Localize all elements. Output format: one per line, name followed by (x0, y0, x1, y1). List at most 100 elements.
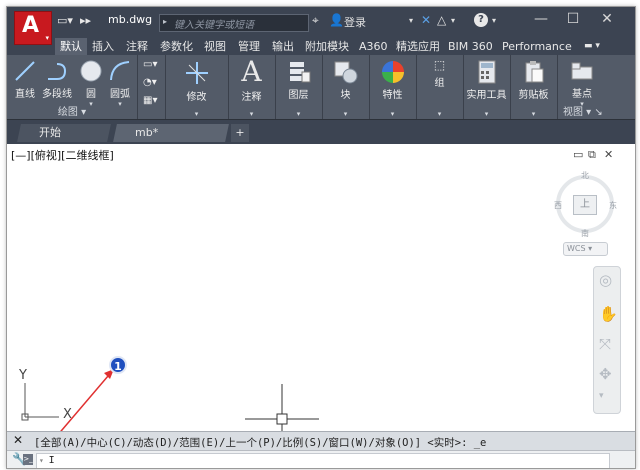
modify-dropdown-icon[interactable]: ▾ (165, 110, 228, 118)
polyline-tool[interactable]: 多段线 (40, 59, 74, 100)
navigation-bar: ◎ ✋ ⤧ ✥ ▾ (593, 266, 621, 414)
properties-tool[interactable]: 特性 (369, 60, 416, 101)
tab-view[interactable]: 视图 (199, 38, 231, 55)
minimize-button[interactable]: — (528, 11, 554, 27)
layers-panel[interactable]: 图层 ▾ (275, 55, 323, 119)
base-tool[interactable]: 基点 ▾ (560, 61, 604, 108)
tab-featured[interactable]: 精选应用 (391, 38, 445, 55)
exchange-icon[interactable]: ✕ (421, 13, 431, 27)
binoculars-icon[interactable]: ⌖ (312, 13, 319, 28)
properties-dropdown-icon[interactable]: ▾ (369, 110, 416, 118)
command-input-value: I (48, 455, 55, 466)
compass-east[interactable]: 东 (609, 200, 617, 211)
step-marker: 1 (109, 356, 127, 374)
circle-label: 圆 (86, 89, 96, 100)
a360-icon[interactable]: △ (437, 13, 446, 27)
tab-insert[interactable]: 插入 (87, 38, 119, 55)
clipboard-tool[interactable]: 剪贴板 (510, 60, 557, 101)
quick-access-more-icon[interactable]: ▸▸ (80, 14, 91, 27)
circle-tool[interactable]: 圆 ▾ (77, 59, 105, 108)
tab-addins[interactable]: 附加模块 (300, 38, 354, 55)
tab-a360[interactable]: A360 (354, 38, 393, 55)
gradient-icon[interactable]: ▦▾ (143, 95, 157, 106)
annotation-label: 注释 (241, 92, 262, 103)
orbit-icon[interactable]: ✥ (599, 365, 612, 383)
tab-default[interactable]: 默认 (55, 38, 87, 55)
command-prompt-icon[interactable]: >_ (23, 454, 33, 465)
modify-tool[interactable]: 修改 (165, 60, 228, 103)
viewport-restore-icon[interactable]: ⧉ (588, 148, 596, 162)
login-button[interactable]: 登录 (344, 14, 366, 30)
groups-dropdown-icon[interactable]: ▾ (416, 110, 463, 118)
tab-start[interactable]: 开始 (17, 124, 111, 142)
modify-panel[interactable]: 修改 ▾ (165, 55, 229, 119)
help-icon[interactable]: ? (474, 13, 488, 27)
zoom-icon[interactable]: ⤧ (599, 335, 611, 353)
ribbon-minimize-icon[interactable]: ▬ ▾ (579, 38, 605, 55)
search-input[interactable]: ▸ 键入关键字或短语 (159, 14, 309, 32)
hatch-icon[interactable]: ◔▾ (143, 77, 157, 88)
clipboard-dropdown-icon[interactable]: ▾ (510, 110, 557, 118)
tab-bim360[interactable]: BIM 360 (443, 38, 498, 55)
navbar-menu-icon[interactable]: ▾ (599, 391, 604, 401)
layers-dropdown-icon[interactable]: ▾ (275, 110, 322, 118)
viewport-controls-label[interactable]: [—][俯视][二维线框] (11, 147, 114, 163)
tab-annotate[interactable]: 注释 (121, 38, 153, 55)
command-input[interactable]: ▾ I (36, 453, 610, 468)
block-dropdown-icon[interactable]: ▾ (322, 110, 369, 118)
properties-label: 特性 (382, 90, 403, 101)
clipboard-panel[interactable]: 剪贴板 ▾ (510, 55, 558, 119)
arc-icon (110, 61, 130, 81)
tab-parametric[interactable]: 参数化 (155, 38, 198, 55)
view-panel-label[interactable]: 视图 ▾ ↘ (557, 103, 635, 118)
arc-tool[interactable]: 圆弧 ▾ (105, 59, 135, 108)
title-bar: A ▾ ▭▾ ▸▸ mb.dwg ▸ 键入关键字或短语 ⌖ 👤 登录 ▾ ✕ △… (7, 7, 635, 45)
viewcube[interactable]: 北 南 西 东 上 WCS ▾ (552, 166, 618, 256)
help-dropdown-icon[interactable]: ▾ (492, 16, 496, 25)
viewport-close-icon[interactable]: ✕ (604, 148, 613, 161)
groups-panel[interactable]: ⬚ 组 ▾ (416, 55, 464, 119)
layers-tool[interactable]: 图层 (275, 60, 322, 101)
utilities-tool[interactable]: 实用工具 (463, 60, 510, 101)
compass-south[interactable]: 南 (581, 228, 589, 239)
annotation-dropdown-icon[interactable]: ▾ (228, 110, 275, 118)
draw-panel-label[interactable]: 绘图 ▾ (7, 103, 137, 118)
a360-dropdown-icon[interactable]: ▾ (451, 16, 455, 25)
tab-output[interactable]: 输出 (267, 38, 299, 55)
close-command-line-icon[interactable]: ✕ (13, 433, 23, 447)
new-tab-button[interactable]: + (231, 124, 249, 142)
compass-west[interactable]: 西 (554, 200, 562, 211)
viewcube-top-face[interactable]: 上 (573, 195, 597, 215)
maximize-button[interactable]: ☐ (560, 11, 586, 27)
wcs-menu[interactable]: WCS ▾ (563, 242, 608, 256)
login-dropdown-icon[interactable]: ▾ (409, 16, 413, 25)
steering-wheel-icon[interactable]: ◎ (599, 271, 612, 289)
search-expand-icon[interactable]: ▸ (163, 17, 167, 26)
tab-performance[interactable]: Performance (497, 38, 577, 55)
line-tool[interactable]: 直线 (10, 59, 40, 100)
annotation-tool[interactable]: A 注释 (228, 58, 275, 104)
rectangle-icon[interactable]: ▭▾ (143, 59, 157, 70)
compass-north[interactable]: 北 (581, 170, 589, 181)
tab-drawing[interactable]: mb* (113, 124, 229, 142)
ucs-y-label: Y (19, 368, 27, 383)
utilities-dropdown-icon[interactable]: ▾ (463, 110, 510, 118)
drawing-canvas[interactable]: [—][俯视][二维线框] ▭ ⧉ ✕ 北 南 西 东 上 WCS ▾ ◎ ✋ … (7, 144, 635, 438)
pan-hand-icon[interactable]: ✋ (599, 305, 618, 323)
user-icon[interactable]: 👤 (329, 13, 344, 27)
close-button[interactable]: ✕ (594, 11, 620, 27)
properties-panel[interactable]: 特性 ▾ (369, 55, 417, 119)
autocad-logo-icon: A (22, 13, 40, 38)
tab-manage[interactable]: 管理 (233, 38, 265, 55)
viewport-minimize-icon[interactable]: ▭ (573, 148, 583, 161)
groups-tool[interactable]: ⬚ 组 (416, 58, 463, 89)
line-label: 直线 (15, 89, 35, 100)
annotation-panel[interactable]: A 注释 ▾ (228, 55, 276, 119)
utilities-panel[interactable]: 实用工具 ▾ (463, 55, 511, 119)
block-tool[interactable]: 块 (322, 60, 369, 101)
quick-access-new-icon[interactable]: ▭▾ (57, 14, 73, 27)
move-icon (185, 62, 208, 84)
autocad-window: A ▾ ▭▾ ▸▸ mb.dwg ▸ 键入关键字或短语 ⌖ 👤 登录 ▾ ✕ △… (6, 6, 636, 469)
block-panel[interactable]: 块 ▾ (322, 55, 370, 119)
application-menu-button[interactable]: A ▾ (14, 11, 52, 45)
